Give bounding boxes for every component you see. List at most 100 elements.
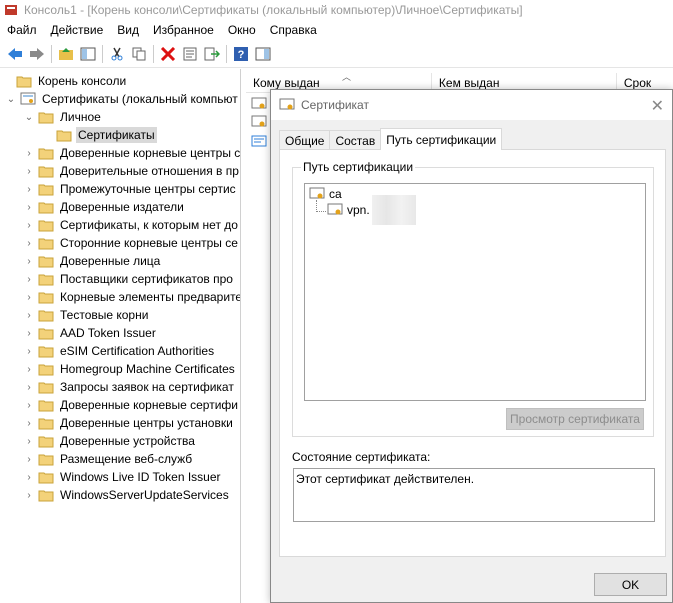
show-tree-icon[interactable] [77,43,99,65]
collapsed-chevron-icon[interactable]: › [22,308,36,322]
collapsed-chevron-icon[interactable]: › [22,326,36,340]
tree-item-store[interactable]: › Размещение веб-служб [22,450,194,468]
tree-item-personal[interactable]: ⌄ Личное [22,108,103,126]
collapsed-chevron-icon[interactable]: › [22,416,36,430]
tree-item-store[interactable]: › Доверенные корневые центры с [22,144,241,162]
tree-item-certificates-local-label: Сертификаты (локальный компьют [42,92,238,106]
path-node-child[interactable]: vpn. [327,195,416,225]
collapsed-chevron-icon[interactable]: › [22,290,36,304]
tree-item-store[interactable]: › Промежуточные центры сертис [22,180,238,198]
menu-help[interactable]: Справка [263,23,324,37]
certificate-icon [327,203,343,215]
toolbar: ? [0,40,673,68]
tab-general[interactable]: Общие [279,130,331,150]
collapsed-chevron-icon[interactable]: › [22,398,36,412]
collapsed-chevron-icon[interactable]: › [22,254,36,268]
copy-icon[interactable] [128,43,150,65]
menu-favorites[interactable]: Избранное [146,23,221,37]
expanded-chevron-icon[interactable]: ⌄ [4,92,18,106]
tab-details[interactable]: Состав [329,130,382,150]
tree-item-store-label: Сертификаты, к которым нет до [60,218,238,232]
folder-icon [38,164,54,178]
tree-item-store-label: Доверенные центры установки [60,416,233,430]
collapsed-chevron-icon[interactable]: › [22,434,36,448]
collapsed-chevron-icon[interactable]: › [22,380,36,394]
tree-item-store-label: Доверенные лица [60,254,161,268]
properties-icon[interactable] [179,43,201,65]
folder-icon [38,308,54,322]
ok-button[interactable]: OK [594,573,667,596]
view-certificate-button[interactable]: Просмотр сертификата [506,408,644,430]
tree-item-store[interactable]: › Homegroup Machine Certificates [22,360,237,378]
collapsed-chevron-icon[interactable]: › [22,452,36,466]
folder-icon [38,470,54,484]
tree-item-store[interactable]: › Доверенные центры установки [22,414,235,432]
tree-item-store[interactable]: › Доверенные издатели [22,198,186,216]
tab-certification-path[interactable]: Путь сертификации [380,128,503,150]
collapsed-chevron-icon[interactable]: › [22,218,36,232]
menu-action[interactable]: Действие [44,23,111,37]
tree-item-certificates-local[interactable]: ⌄ Сертификаты (локальный компьют [4,90,240,108]
collapsed-chevron-icon[interactable]: › [22,488,36,502]
window-title-bar: Консоль1 - [Корень консоли\Сертификаты (… [0,0,673,20]
tree-item-store[interactable]: › Сторонние корневые центры се [22,234,240,252]
tree-item-store[interactable]: › Корневые элементы предварите [22,288,240,306]
status-label: Состояние сертификата: [292,450,431,464]
menu-window[interactable]: Окно [221,23,263,37]
folder-icon [38,272,54,286]
collapsed-chevron-icon[interactable]: › [22,146,36,160]
collapsed-chevron-icon[interactable]: › [22,200,36,214]
sort-up-icon: ︿ [342,72,352,82]
tree-item-console-root-label: Корень консоли [38,74,127,88]
status-textbox[interactable]: Этот сертификат действителен. [293,468,655,522]
menu-view[interactable]: Вид [110,23,146,37]
tree-item-store[interactable]: › Сертификаты, к которым нет до [22,216,240,234]
tree-item-certificates[interactable]: Сертификаты [40,126,157,144]
back-icon[interactable] [4,43,26,65]
column-expiration-label: Срок [623,76,652,90]
collapsed-chevron-icon[interactable]: › [22,470,36,484]
path-groupbox: Путь сертификации ca vpn. Просмотр серти… [292,160,654,437]
tree-item-store[interactable]: › Windows Live ID Token Issuer [22,468,223,486]
help-icon[interactable]: ? [230,43,252,65]
close-icon[interactable]: ✕ [651,96,664,116]
collapsed-chevron-icon[interactable]: › [22,236,36,250]
certification-path-tree[interactable]: ca vpn. [304,183,646,401]
svg-text:?: ? [238,49,245,61]
certificate-dialog: Сертификат ✕ Общие Состав Путь сертифика… [270,89,673,603]
certificate-icon[interactable] [251,135,267,149]
folder-icon [38,362,54,376]
tree-item-console-root[interactable]: Корень консоли [0,72,128,90]
collapsed-chevron-icon[interactable]: › [22,362,36,376]
certificate-icon[interactable] [251,115,267,129]
collapsed-chevron-icon[interactable]: › [22,344,36,358]
tree-item-store[interactable]: › Запросы заявок на сертификат [22,378,236,396]
action-pane-icon[interactable] [252,43,274,65]
up-folder-icon[interactable] [55,43,77,65]
tree-item-store[interactable]: › Доверенные лица [22,252,162,270]
tree-item-store-label: Доверенные корневые сертифи [60,398,238,412]
collapsed-chevron-icon[interactable]: › [22,272,36,286]
folder-icon [38,254,54,268]
collapsed-chevron-icon[interactable]: › [22,164,36,178]
export-icon[interactable] [201,43,223,65]
column-issued-by-label: Кем выдан [438,76,500,90]
tree-item-store[interactable]: › Доверенные корневые сертифи [22,396,240,414]
collapsed-chevron-icon[interactable]: › [22,182,36,196]
forward-icon[interactable] [26,43,48,65]
tree-item-store[interactable]: › Доверительные отношения в пр [22,162,240,180]
tree-item-store[interactable]: › AAD Token Issuer [22,324,158,342]
tree-item-store-label: Доверенные корневые центры с [60,146,241,160]
tree-item-store[interactable]: › Поставщики сертификатов про [22,270,235,288]
tree-item-certificates-label: Сертификаты [76,127,157,143]
certificate-icon[interactable] [251,97,267,111]
cut-icon[interactable] [106,43,128,65]
menu-file[interactable]: Файл [0,23,44,37]
tree-item-store[interactable]: › eSIM Certification Authorities [22,342,216,360]
expanded-chevron-icon[interactable]: ⌄ [22,110,36,124]
tree-item-store-label: Доверенные устройства [60,434,195,448]
delete-icon[interactable] [157,43,179,65]
tree-item-store[interactable]: › WindowsServerUpdateServices [22,486,231,504]
tree-item-store[interactable]: › Доверенные устройства [22,432,197,450]
tree-item-store[interactable]: › Тестовые корни [22,306,150,324]
